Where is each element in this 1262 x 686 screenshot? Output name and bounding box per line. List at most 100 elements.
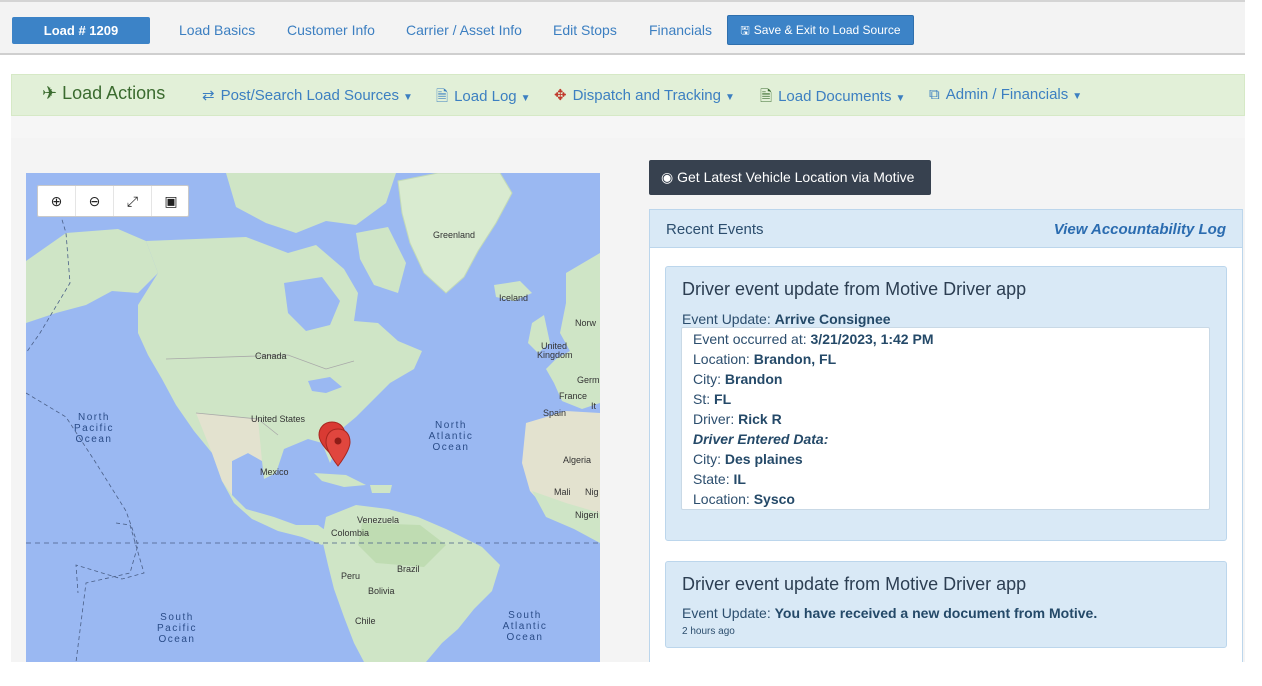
map-label-united-states: United States [251,414,306,424]
event-card-heading: Driver event update from Motive Driver a… [682,279,1027,299]
map-label-north-atlantic: North Atlantic Ocean [411,420,491,453]
ocean-label-line: Atlantic [502,621,548,632]
cuba [314,473,366,487]
detail-entered-location: Location: Sysco [693,491,795,507]
load-documents-label: Load Documents [778,88,892,105]
map-image-button[interactable]: ▣ [152,186,190,216]
map-label-germany: Germ [577,375,600,385]
map-label-canada: Canada [255,351,287,361]
detail-value: 3/21/2023, 1:42 PM [810,331,934,347]
zoom-in-icon: ⊕ [50,193,63,209]
event-update-line: Event Update: Arrive Consignee [682,311,891,327]
event-update-line: Event Update: You have received a new do… [682,605,1097,621]
map-label-france: France [559,391,588,401]
event-update-label: Event Update: [682,605,771,621]
event-detail-box: Event occurred at: 3/21/2023, 1:42 PM Lo… [681,327,1210,510]
ocean-label-line: North [435,420,467,431]
globe-icon: ◉ [661,169,674,185]
get-vehicle-location-label: Get Latest Vehicle Location via Motive [677,169,915,185]
expand-icon: ⤢ [126,193,139,209]
detail-entered-state: State: IL [693,471,746,487]
zoom-in-button[interactable]: ⊕ [38,186,76,216]
load-actions-heading: ✈ Load Actions [42,83,165,104]
marker-group[interactable] [318,421,351,467]
dispatch-tracking-menu[interactable]: ✥ Dispatch and Tracking ▼ [554,86,735,104]
detail-label: City: [693,371,721,387]
retweet-icon: ⇄ [202,87,215,104]
map-label-spain: Spain [543,408,567,418]
detail-label: City: [693,451,721,467]
caret-down-icon: ▼ [1072,91,1083,102]
save-exit-button[interactable]: 🖫 Save & Exit to Load Source [727,15,914,45]
floppy-disk-icon: 🖫 [740,25,750,37]
detail-label: St: [693,391,711,407]
tab-customer-info[interactable]: Customer Info [287,22,375,38]
map-label-north-pacific: North Pacific Ocean [54,412,134,445]
map-label-mali: Mali [554,487,571,497]
admin-financials-menu[interactable]: ⧉ Admin / Financials ▼ [929,86,1082,103]
map-label-chile: Chile [355,616,376,626]
europe [546,253,600,409]
ocean-label-line: Ocean [432,442,470,453]
detail-entered-city: City: Des plaines [693,451,803,467]
baffin-island [356,227,406,293]
detail-label: Location: [693,351,750,367]
load-number-badge[interactable]: Load # 1209 [12,17,150,44]
map-label-mexico: Mexico [260,467,289,477]
load-tab-bar: Load # 1209 Load Basics Customer Info Ca… [0,0,1245,55]
detail-location: Location: Brandon, FL [693,351,836,367]
detail-value: Brandon [724,371,783,387]
tab-carrier-asset-info[interactable]: Carrier / Asset Info [406,22,522,38]
crosshairs-icon: ✥ [554,87,567,104]
tab-edit-stops[interactable]: Edit Stops [553,22,617,38]
post-search-load-sources-menu[interactable]: ⇄ Post/Search Load Sources ▼ [202,86,413,104]
view-accountability-log-link[interactable]: View Accountability Log [1054,221,1226,238]
plane-icon: ✈ [42,83,58,103]
ocean-label-line: Atlantic [428,431,474,442]
map-label-south-atlantic: South Atlantic Ocean [485,610,565,643]
save-exit-label: Save & Exit to Load Source [753,23,901,37]
detail-label: Location: [693,491,750,507]
tab-financials[interactable]: Financials [649,22,712,38]
event-card-heading: Driver event update from Motive Driver a… [682,574,1027,594]
image-icon: ▣ [164,193,178,209]
map-label-nigeria: Nigeri [575,510,599,520]
ocean-label-line: Ocean [158,634,196,645]
admin-financials-label: Admin / Financials [945,86,1069,103]
post-search-label: Post/Search Load Sources [220,87,400,104]
detail-value: Rick R [738,411,782,427]
load-log-label: Load Log [454,88,517,105]
caret-down-icon: ▼ [895,93,906,104]
ocean-label-line: Pacific [74,423,114,434]
map-label-greenland: Greenland [433,230,476,240]
caret-down-icon: ▼ [403,92,413,103]
detail-value: FL [714,391,732,407]
detail-label: Event occurred at: [693,331,807,347]
ocean-label-line: South [160,612,194,623]
south-pacific-boundary [75,522,145,594]
map-label-norway: Norw [575,318,597,328]
event-update-value: You have received a new document from Mo… [774,605,1098,621]
detail-value: IL [733,471,746,487]
ocean-label-line: Ocean [75,434,113,445]
recent-events-header: Recent Events View Accountability Log [650,210,1242,248]
load-log-menu[interactable]: 🗎 Load Log ▼ [436,86,531,111]
detail-value: Sysco [753,491,795,507]
detail-driver: Driver: Rick R [693,411,782,427]
event-card: Driver event update from Motive Driver a… [665,561,1227,648]
event-time-ago: 2 hours ago [682,626,735,637]
get-vehicle-location-button[interactable]: ◉ Get Latest Vehicle Location via Motive [649,160,931,195]
zoom-out-icon: ⊖ [88,193,101,209]
fullscreen-button[interactable]: ⤢ [114,186,152,216]
recent-events-title: Recent Events [666,221,764,238]
caret-down-icon: ▼ [725,92,735,103]
detail-label: Driver: [693,411,735,427]
load-documents-menu[interactable]: 🗎 Load Documents ▼ [760,86,905,111]
zoom-out-button[interactable]: ⊖ [76,186,114,216]
map-label-venezuela: Venezuela [357,515,400,525]
map-label-south-pacific: South Pacific Ocean [137,612,217,645]
divider-band [11,116,1245,138]
map-controls: ⊕ ⊖ ⤢ ▣ [37,185,189,217]
tab-load-basics[interactable]: Load Basics [179,22,255,38]
tracking-map[interactable]: Greenland Iceland Canada United States M… [26,173,600,662]
